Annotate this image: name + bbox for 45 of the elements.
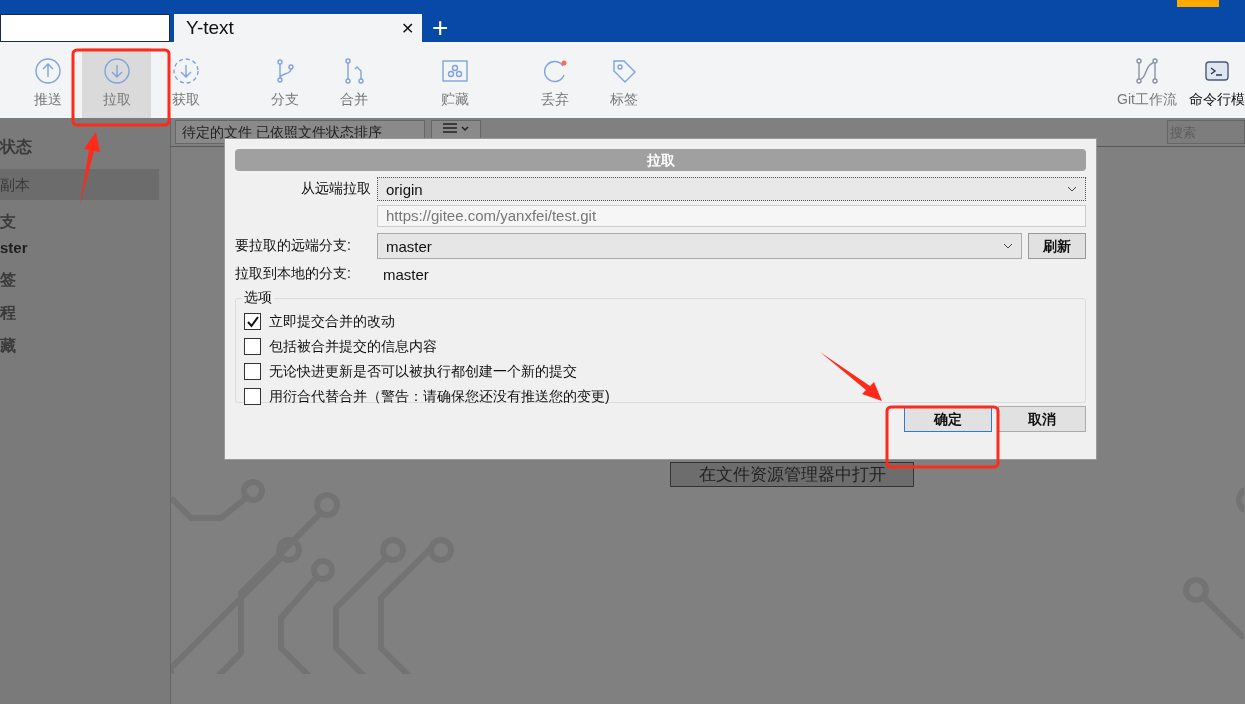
- sidebar-item[interactable]: 状态: [0, 136, 159, 158]
- dialog-button[interactable]: 取消: [998, 406, 1086, 432]
- local-branch: master: [382, 265, 429, 283]
- toolbar-button[interactable]: 贮藏: [420, 48, 489, 118]
- toolbar-button[interactable]: Git工作流: [1117, 48, 1177, 118]
- refresh-button[interactable]: 刷新: [1028, 233, 1086, 259]
- dialog-title: 拉取: [235, 149, 1086, 171]
- option-label: 用衍合代替合并（警告：请确保您还没有推送您的变更): [269, 387, 610, 406]
- toolbar-button[interactable]: 分支: [250, 48, 319, 118]
- toolbar-button[interactable]: 推送: [13, 48, 82, 118]
- sidebar-item[interactable]: 签: [0, 269, 159, 291]
- toolbar-button[interactable]: 标签: [589, 48, 658, 118]
- sidebar-item[interactable]: 藏: [0, 335, 159, 357]
- tab[interactable]: [0, 14, 170, 42]
- checkbox[interactable]: [244, 338, 261, 355]
- open-in-explorer-button[interactable]: 在文件资源管理器中打开: [670, 462, 914, 487]
- sidebar-item[interactable]: 程: [0, 302, 159, 324]
- checkbox[interactable]: [244, 313, 261, 330]
- field-label: 从远端拉取: [300, 180, 372, 198]
- toolbar-button[interactable]: 拉取: [82, 48, 151, 118]
- option-label: 包括被合并提交的信息内容: [269, 337, 437, 356]
- option-label: 无论快进更新是否可以被执行都创建一个新的提交: [269, 362, 577, 381]
- sidebar-item[interactable]: 支: [0, 211, 159, 233]
- sidebar-item[interactable]: ster: [0, 238, 159, 258]
- remote-dropdown[interactable]: origin: [377, 177, 1086, 201]
- group-title: 选项: [243, 289, 273, 307]
- toolbar-button[interactable]: 获取: [151, 48, 220, 118]
- chevron-icon: [1003, 243, 1013, 249]
- checkbox[interactable]: [244, 388, 261, 405]
- chevron-icon: [1067, 186, 1077, 192]
- box-icon: [440, 57, 469, 85]
- arrow: [820, 352, 882, 401]
- new-tab-button[interactable]: +: [426, 14, 455, 42]
- field-label: 要拉取的远端分支:: [235, 237, 352, 255]
- toolbar-button[interactable]: 丢弃: [520, 48, 589, 118]
- branch-dropdown[interactable]: master: [377, 233, 1022, 259]
- url-field: https://gitee.com/yanxfei/test.git: [377, 205, 1086, 227]
- option-label: 立即提交合并的改动: [269, 312, 395, 331]
- toolbar-button[interactable]: 命令行模: [1189, 48, 1245, 118]
- checkbox[interactable]: [244, 363, 261, 380]
- toolbar-button[interactable]: 合并: [319, 48, 388, 118]
- close-icon[interactable]: ✕: [401, 18, 414, 38]
- field-label: 拉取到本地的分支:: [235, 265, 352, 283]
- document-tab[interactable]: Y-text ✕: [174, 14, 422, 42]
- menu-icon: [441, 121, 471, 135]
